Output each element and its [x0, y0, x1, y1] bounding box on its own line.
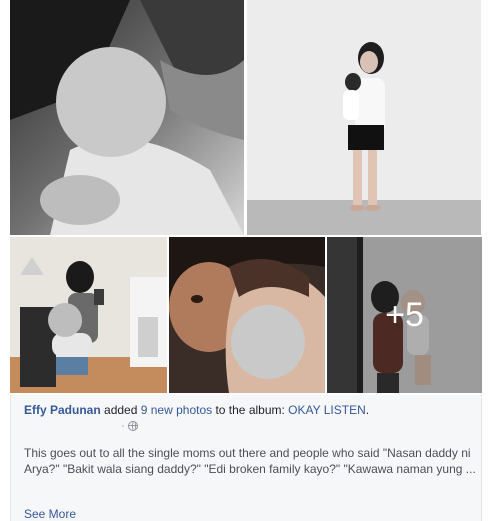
album-photo-3[interactable] — [10, 237, 167, 393]
album-photo-2[interactable] — [247, 0, 481, 235]
story-end-punct: . — [365, 403, 370, 417]
story-headline: Effy Padunan added 9 new photos to the a… — [24, 403, 369, 417]
meta-separator: · — [121, 420, 125, 432]
story-panel: Effy Padunan added 9 new photos to the a… — [10, 395, 482, 521]
globe-icon[interactable] — [127, 421, 138, 431]
see-more-link[interactable]: See More — [24, 507, 76, 521]
photo-3-image — [10, 237, 167, 393]
more-photos-overlay[interactable]: +5 — [327, 237, 482, 393]
story-verb: added — [100, 403, 141, 417]
post-caption: This goes out to all the single moms out… — [24, 446, 476, 476]
album-photo-5-more[interactable]: +5 — [327, 237, 482, 393]
story-meta: · — [121, 420, 138, 432]
album-photo-1[interactable] — [10, 0, 244, 235]
face-blur — [231, 305, 305, 379]
photo-2-image — [247, 0, 481, 235]
face-blur — [56, 47, 166, 157]
photo-count-link[interactable]: 9 new photos — [141, 403, 212, 417]
author-link[interactable]: Effy Padunan — [24, 403, 101, 417]
more-photos-count: +5 — [385, 295, 424, 334]
story-middle-text: to the album: — [212, 403, 289, 417]
face-blur — [48, 303, 82, 337]
album-photo-4[interactable] — [169, 237, 325, 393]
album-link[interactable]: OKAY LISTEN — [288, 403, 366, 417]
